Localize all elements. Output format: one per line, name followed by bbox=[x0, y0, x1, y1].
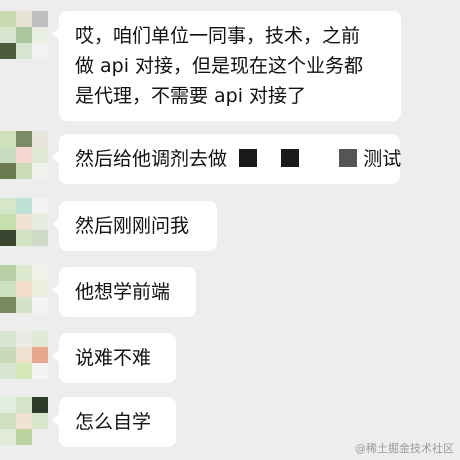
avatar-tile bbox=[0, 281, 16, 297]
avatar-tile bbox=[0, 163, 16, 179]
avatar-tile bbox=[16, 163, 32, 179]
avatar-tile bbox=[0, 429, 16, 445]
avatar-tile bbox=[32, 347, 48, 363]
watermark: @稀土掘金技术社区 bbox=[355, 442, 454, 455]
avatar[interactable] bbox=[0, 11, 48, 59]
avatar-tile bbox=[16, 214, 32, 230]
avatar-tile bbox=[0, 11, 16, 27]
redacted-block bbox=[239, 149, 258, 167]
avatar-tile bbox=[16, 27, 32, 43]
avatar-tile bbox=[32, 397, 48, 413]
avatar-tile bbox=[16, 198, 32, 214]
avatar-tile bbox=[16, 429, 32, 445]
avatar[interactable] bbox=[0, 397, 48, 445]
avatar-tile bbox=[32, 363, 48, 379]
avatar-tile bbox=[16, 147, 32, 163]
avatar-tile bbox=[16, 297, 32, 313]
avatar-tile bbox=[0, 27, 16, 43]
message-bubble[interactable]: 然后刚刚问我 bbox=[52, 201, 217, 251]
message-bubble[interactable]: 说难不难 bbox=[52, 333, 176, 383]
message-bubble[interactable]: 怎么自学 bbox=[52, 397, 176, 447]
avatar-tile bbox=[0, 265, 16, 281]
avatar-tile bbox=[32, 281, 48, 297]
avatar-tile bbox=[32, 297, 48, 313]
avatar-tile bbox=[0, 347, 16, 363]
avatar[interactable] bbox=[0, 265, 48, 313]
avatar-tile bbox=[32, 230, 48, 246]
avatar-tile bbox=[16, 265, 32, 281]
avatar-tile bbox=[0, 198, 16, 214]
avatar-tile bbox=[32, 331, 48, 347]
avatar-tile bbox=[0, 297, 16, 313]
message-text: 说难不难 bbox=[75, 347, 152, 369]
message-text: 怎么自学 bbox=[75, 411, 152, 433]
message-line: 哎，咱们单位一同事，技术，之前 bbox=[75, 25, 361, 47]
avatar-tile bbox=[0, 214, 16, 230]
avatar-tile bbox=[32, 429, 48, 445]
avatar-tile bbox=[0, 43, 16, 59]
message-line: 是代理，不需要 api 对接了 bbox=[75, 85, 307, 107]
avatar[interactable] bbox=[0, 131, 48, 179]
avatar-tile bbox=[16, 397, 32, 413]
avatar-tile bbox=[32, 131, 48, 147]
avatar-tile bbox=[32, 11, 48, 27]
avatar-tile bbox=[16, 131, 32, 147]
avatar[interactable] bbox=[0, 331, 48, 379]
avatar-tile bbox=[32, 214, 48, 230]
redacted-block bbox=[281, 149, 300, 167]
avatar-tile bbox=[32, 198, 48, 214]
avatar-tile bbox=[0, 331, 16, 347]
avatar-tile bbox=[0, 413, 16, 429]
avatar-tile bbox=[32, 43, 48, 59]
avatar-tile bbox=[16, 413, 32, 429]
avatar-tile bbox=[16, 363, 32, 379]
message-text: 测试 bbox=[363, 148, 402, 170]
message-line: 做 api 对接，但是现在这个业务都 bbox=[75, 55, 364, 77]
avatar-tile bbox=[16, 230, 32, 246]
redacted-block bbox=[339, 149, 358, 167]
avatar-tile bbox=[32, 163, 48, 179]
avatar-tile bbox=[16, 43, 32, 59]
message-text: 他想学前端 bbox=[75, 281, 171, 303]
avatar-tile bbox=[0, 363, 16, 379]
message-text: 然后给他调剂去做 bbox=[75, 148, 228, 170]
message-text: 然后刚刚问我 bbox=[75, 215, 190, 237]
avatar-tile bbox=[0, 230, 16, 246]
avatar-tile bbox=[16, 281, 32, 297]
avatar-tile bbox=[0, 147, 16, 163]
avatar-tile bbox=[16, 347, 32, 363]
avatar-tile bbox=[32, 27, 48, 43]
avatar[interactable] bbox=[0, 198, 48, 246]
avatar-tile bbox=[32, 265, 48, 281]
avatar-tile bbox=[0, 131, 16, 147]
avatar-tile bbox=[32, 413, 48, 429]
avatar-tile bbox=[0, 397, 16, 413]
avatar-tile bbox=[16, 331, 32, 347]
message-bubble[interactable]: 他想学前端 bbox=[52, 267, 196, 317]
avatar-tile bbox=[32, 147, 48, 163]
chat-area: 哎，咱们单位一同事，技术，之前 做 api 对接，但是现在这个业务都 是代理，不… bbox=[0, 0, 460, 460]
message-bubble[interactable]: 哎，咱们单位一同事，技术，之前 做 api 对接，但是现在这个业务都 是代理，不… bbox=[52, 11, 401, 121]
avatar-tile bbox=[16, 11, 32, 27]
message-bubble[interactable]: 然后给他调剂去做 测试 bbox=[52, 134, 402, 184]
